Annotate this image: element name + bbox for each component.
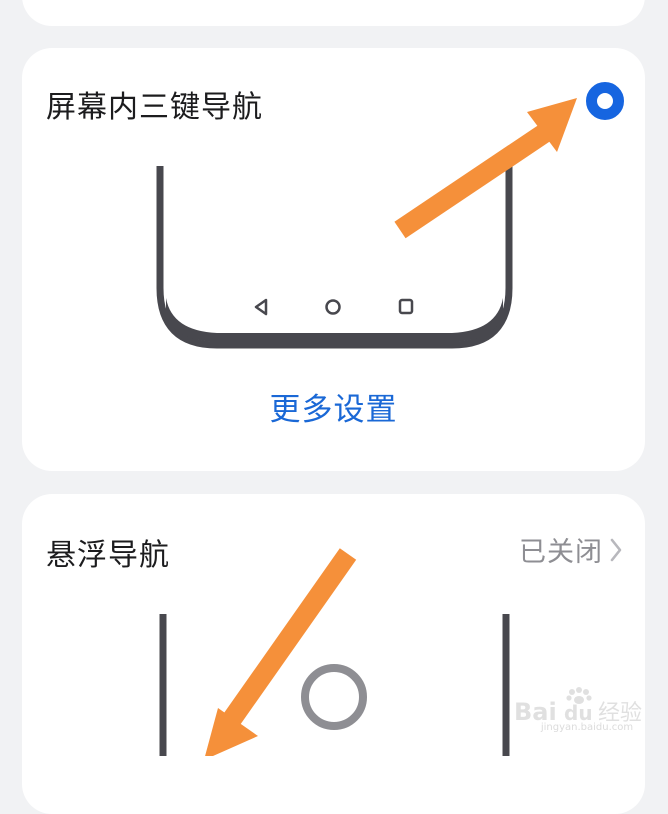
more-settings-link[interactable]: 更多设置 xyxy=(22,384,645,429)
circle-home-icon xyxy=(325,299,341,315)
phone-frame-chin xyxy=(166,298,503,342)
floating-navigation-status-text: 已关闭 xyxy=(519,537,603,568)
phone-frame-outline xyxy=(156,166,513,349)
three-key-navigation-radio-selected[interactable] xyxy=(586,82,624,120)
floating-dock-circle-icon xyxy=(301,664,367,730)
three-key-navigation-title: 屏幕内三键导航 xyxy=(46,90,263,125)
chevron-right-icon xyxy=(609,537,623,563)
previous-option-card[interactable] xyxy=(22,0,645,26)
annotation-arrow-icon xyxy=(394,98,577,239)
triangle-back-icon xyxy=(254,298,268,316)
floating-navigation-status[interactable]: 已关闭 xyxy=(519,530,623,569)
three-key-navigation-card[interactable]: 屏幕内三键导航 更多设置 xyxy=(22,48,645,471)
floating-navigation-title: 悬浮导航 xyxy=(46,538,170,573)
floating-navigation-card[interactable]: 悬浮导航 已关闭 xyxy=(22,494,645,814)
annotation-arrow-icon xyxy=(205,548,357,756)
square-recent-icon xyxy=(398,298,414,315)
